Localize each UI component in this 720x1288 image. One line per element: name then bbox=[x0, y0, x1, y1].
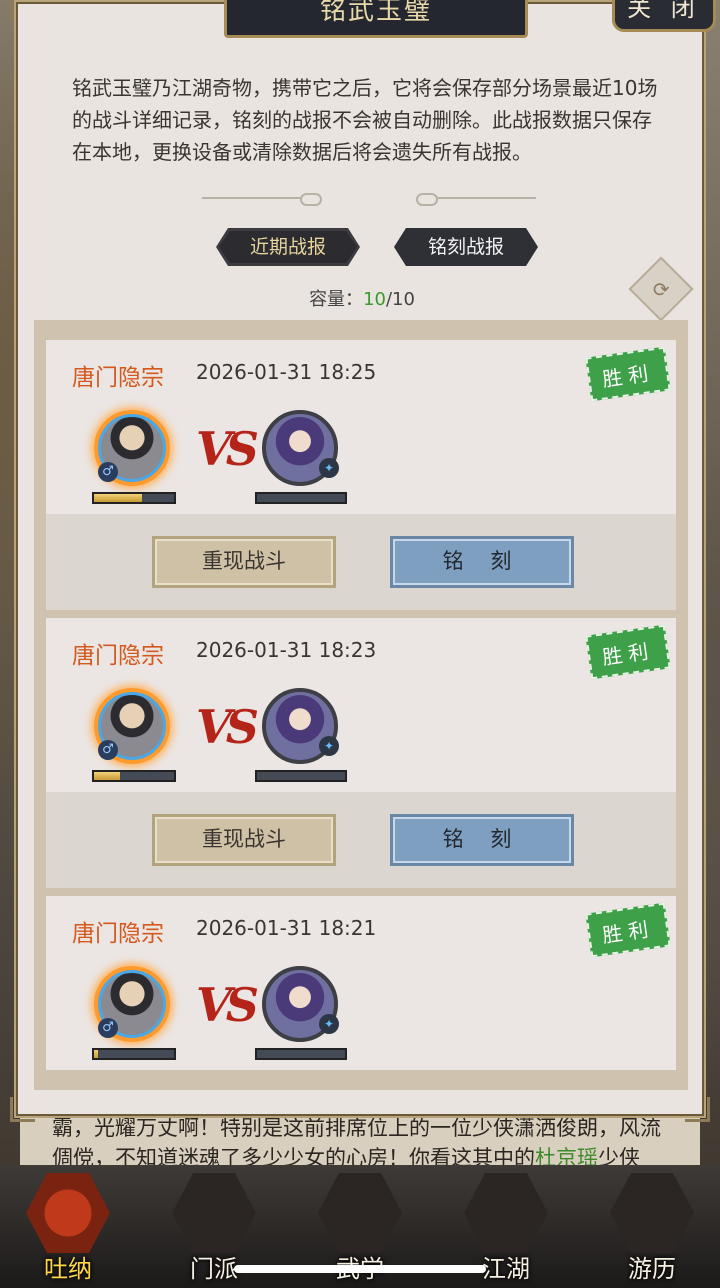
capacity-current: 10 bbox=[363, 289, 386, 310]
victory-stamp: 胜利 bbox=[585, 902, 671, 958]
battle-report-info: 唐门隐宗 2026-01-31 18:21 胜利 ♂ VS ✦ bbox=[46, 896, 676, 1070]
replay-battle-button[interactable]: 重现战斗 bbox=[152, 536, 336, 588]
weapon-badge-icon: ✦ bbox=[319, 1014, 339, 1034]
battle-report-info: 唐门隐宗 2026-01-31 18:25 胜利 ♂ VS ✦ bbox=[46, 340, 676, 514]
battle-report-actions: 重现战斗 铭 刻 bbox=[46, 792, 676, 888]
player-health-fill bbox=[94, 1050, 98, 1058]
refresh-button[interactable]: ⟳ bbox=[628, 256, 694, 322]
tab-engraved-reports[interactable]: 铭刻战报 bbox=[394, 228, 538, 266]
nav-item-breathing[interactable]: 吐纳 bbox=[18, 1173, 118, 1285]
battle-report-card: 唐门隐宗 2026-01-31 18:23 胜利 ♂ VS ✦ 重现战斗 铭 刻 bbox=[46, 618, 676, 888]
breathing-icon bbox=[26, 1173, 110, 1253]
straw-hat-icon bbox=[464, 1173, 548, 1253]
opponent-sect: 唐门隐宗 bbox=[72, 921, 164, 947]
victory-stamp: 胜利 bbox=[585, 346, 671, 402]
refresh-icon: ⟳ bbox=[652, 276, 670, 301]
player-health-fill bbox=[94, 772, 121, 780]
male-icon: ♂ bbox=[98, 740, 118, 760]
player-health-bar bbox=[92, 1048, 176, 1060]
weapon-badge-icon: ✦ bbox=[319, 736, 339, 756]
male-icon: ♂ bbox=[98, 462, 118, 482]
nav-label: 吐纳 bbox=[44, 1255, 92, 1283]
battle-report-list[interactable]: 唐门隐宗 2026-01-31 18:25 胜利 ♂ VS ✦ 重现战斗 铭 刻… bbox=[34, 320, 688, 1090]
vs-icon: VS bbox=[196, 422, 259, 476]
opponent-sect: 唐门隐宗 bbox=[72, 643, 164, 669]
weapon-badge-icon: ✦ bbox=[319, 458, 339, 478]
capacity-indicator: 容量：10/10 bbox=[16, 285, 708, 311]
player-health-bar bbox=[92, 492, 176, 504]
tab-recent-reports[interactable]: 近期战报 bbox=[216, 228, 360, 266]
battle-time: 2026-01-31 18:23 bbox=[196, 638, 377, 662]
divider-ornament bbox=[416, 193, 536, 206]
close-button[interactable]: 关 闭 bbox=[612, 0, 716, 32]
victory-stamp: 胜利 bbox=[585, 624, 671, 680]
capacity-label: 容量： bbox=[309, 289, 364, 310]
replay-battle-button[interactable]: 重现战斗 bbox=[152, 814, 336, 866]
panel-corner-ornament bbox=[685, 1097, 710, 1122]
vs-icon: VS bbox=[196, 978, 259, 1032]
panel-description: 铭武玉璧乃江湖奇物，携带它之后，它将会保存部分场景最近10场的战斗详细记录，铭刻… bbox=[72, 76, 658, 164]
player-health-bar bbox=[92, 770, 176, 782]
engrave-button[interactable]: 铭 刻 bbox=[390, 536, 574, 588]
battle-report-card: 唐门隐宗 2026-01-31 18:25 胜利 ♂ VS ✦ 重现战斗 铭 刻 bbox=[46, 340, 676, 610]
male-icon: ♂ bbox=[98, 1018, 118, 1038]
panel-corner-ornament bbox=[10, 0, 35, 21]
vs-icon: VS bbox=[196, 700, 259, 754]
nav-item-travel[interactable]: 游历 bbox=[602, 1173, 702, 1285]
home-indicator[interactable] bbox=[234, 1265, 486, 1273]
sect-icon bbox=[172, 1173, 256, 1253]
battle-time: 2026-01-31 18:21 bbox=[196, 916, 377, 940]
opponent-health-bar bbox=[255, 492, 347, 504]
nav-label: 游历 bbox=[628, 1255, 676, 1283]
opponent-sect: 唐门隐宗 bbox=[72, 365, 164, 391]
opponent-health-bar bbox=[255, 1048, 347, 1060]
battle-report-card: 唐门隐宗 2026-01-31 18:21 胜利 ♂ VS ✦ bbox=[46, 896, 676, 1070]
panel-corner-ornament bbox=[10, 1097, 35, 1122]
scroll-book-icon bbox=[318, 1173, 402, 1253]
battle-report-actions: 重现战斗 铭 刻 bbox=[46, 514, 676, 610]
battle-time: 2026-01-31 18:25 bbox=[196, 360, 377, 384]
panel-title: 铭武玉璧 bbox=[224, 0, 528, 38]
divider-ornament bbox=[202, 193, 322, 206]
engrave-button[interactable]: 铭 刻 bbox=[390, 814, 574, 866]
horse-icon bbox=[610, 1173, 694, 1253]
battle-record-panel: 铭武玉璧 关 闭 铭武玉璧乃江湖奇物，携带它之后，它将会保存部分场景最近10场的… bbox=[10, 0, 716, 1122]
battle-report-info: 唐门隐宗 2026-01-31 18:23 胜利 ♂ VS ✦ bbox=[46, 618, 676, 792]
capacity-max: /10 bbox=[385, 289, 415, 310]
player-health-fill bbox=[94, 494, 142, 502]
opponent-health-bar bbox=[255, 770, 347, 782]
